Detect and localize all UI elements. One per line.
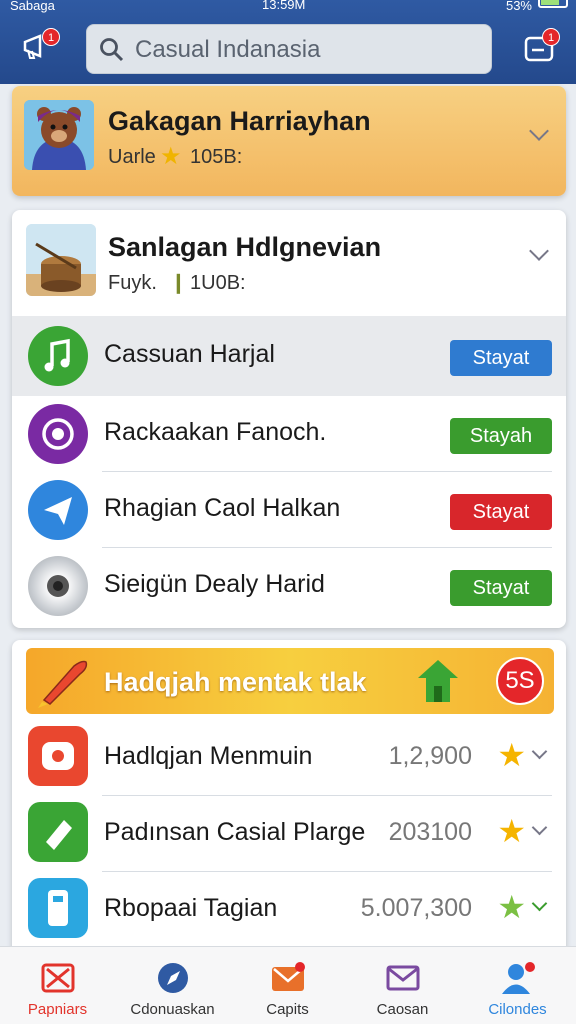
ranking-card: Hadqjah mentak tlak 5S Hadlqjan Menmuin … <box>12 640 566 970</box>
group-card: Sanlagan Hdlgnevian Fuyk. ❙ 1U0B: Cassua… <box>12 210 566 628</box>
house-icon <box>418 660 458 702</box>
score-value: 203100 <box>388 818 472 846</box>
nav-item-caosan[interactable]: Caosan <box>345 947 460 1024</box>
chevron-down-icon[interactable] <box>529 121 549 141</box>
notification-badge: 1 <box>542 28 560 46</box>
list-item-label: Rackaakan Fanoch. <box>104 418 327 446</box>
featured-title: Gakagan Harriayhan <box>108 106 371 136</box>
megaphone-icon[interactable]: 1 <box>22 28 60 62</box>
ticket-icon <box>28 802 88 862</box>
nav-label: Cdonuaskan <box>130 1001 215 1018</box>
phone-icon <box>28 726 88 786</box>
star-icon: ★ <box>497 737 526 773</box>
chevron-down-icon[interactable] <box>531 743 548 760</box>
chevron-down-icon[interactable] <box>531 895 548 912</box>
carrier-label: Sabaga <box>10 0 55 13</box>
star-icon: ★ <box>497 889 526 925</box>
list-item-label: Padınsan Casial Plarge <box>104 818 366 846</box>
group-title: Sanlagan Hdlgnevian <box>108 232 382 262</box>
nav-label: Cilondes <box>488 1001 547 1018</box>
star-icon: ★ <box>160 143 182 170</box>
group-meta-label: Fuyk. <box>108 272 157 294</box>
list-item-label: Rbopaai Tagian <box>104 894 278 922</box>
score-value: 1,2,900 <box>388 742 472 770</box>
list-item[interactable]: Cassuan Harjal Stayat <box>12 316 566 396</box>
start-button[interactable]: Stayah <box>450 418 552 454</box>
chevron-down-icon[interactable] <box>529 241 549 261</box>
nav-item-cdonuaskan[interactable]: Cdonuaskan <box>115 947 230 1024</box>
list-item-label: Hadlqjan Menmuin <box>104 742 313 770</box>
list-item-label: Sieigün Dealy Harid <box>104 570 325 598</box>
clock: 13:59M <box>262 0 306 12</box>
featured-card[interactable]: Gakagan Harriayhan Uarle ★ 105B: <box>12 86 566 196</box>
drum-thumbnail <box>26 224 96 296</box>
ranking-banner-title: Hadqjah mentak tlak <box>104 667 367 697</box>
music-icon <box>28 326 88 386</box>
nav-label: Capits <box>266 1001 309 1018</box>
mail-icon <box>386 965 420 991</box>
group-meta-value: 1U0B: <box>190 272 246 294</box>
featured-meta-value: 105B: <box>190 146 243 168</box>
app-header: Sabaga 13:59M 53% 1 Casual Indanasia 1 <box>0 0 576 84</box>
notification-badge: 1 <box>42 28 60 46</box>
search-icon <box>100 38 124 62</box>
battery-icon <box>538 0 568 8</box>
start-button[interactable]: Stayat <box>450 570 552 606</box>
battery-percent: 53% <box>505 0 532 13</box>
list-item[interactable]: Sieigün Dealy Harid Stayat <box>12 548 566 624</box>
rocket-icon <box>38 660 88 708</box>
list-item-label: Rhagian Caol Halkan <box>104 494 341 522</box>
nav-label: Papniars <box>27 1001 88 1018</box>
camera-lens-icon <box>28 556 88 616</box>
search-text: Casual Indanasia <box>135 36 321 63</box>
send-icon <box>28 480 88 540</box>
nav-item-cilondes[interactable]: Cilondes <box>460 947 575 1024</box>
list-item[interactable]: Rackaakan Fanoch. Stayah <box>12 396 566 472</box>
target-icon <box>28 404 88 464</box>
score-value: 5.007,300 <box>360 894 472 922</box>
list-item[interactable]: Rhagian Caol Halkan Stayat <box>12 472 566 548</box>
status-bar: Sabaga 13:59M 53% <box>0 0 576 16</box>
rank-badge: 5S <box>496 657 544 705</box>
nav-item-papniars[interactable]: Papniars <box>0 947 115 1024</box>
group-header[interactable]: Sanlagan Hdlgnevian Fuyk. ❙ 1U0B: <box>12 210 566 316</box>
bottom-nav: Papniars Cdonuaskan Capits Caosan Cilond… <box>0 946 576 1024</box>
nav-item-capits[interactable]: Capits <box>230 947 345 1024</box>
search-input[interactable]: Casual Indanasia <box>86 24 492 74</box>
ranking-banner[interactable]: Hadqjah mentak tlak 5S <box>26 648 554 714</box>
leaf-icon: ❙ <box>170 272 187 294</box>
list-item[interactable]: Padınsan Casial Plarge 203100 ★ <box>12 796 566 872</box>
list-item[interactable]: Rbopaai Tagian 5.007,300 ★ <box>12 872 566 948</box>
star-icon: ★ <box>497 813 526 849</box>
list-item[interactable]: Hadlqjan Menmuin 1,2,900 ★ <box>12 720 566 796</box>
user-icon <box>502 962 535 994</box>
compass-icon <box>158 963 188 993</box>
nav-label: Caosan <box>376 1001 429 1018</box>
bear-avatar <box>24 100 94 170</box>
featured-meta-label: Uarle <box>108 146 156 168</box>
list-item-label: Cassuan Harjal <box>104 340 275 368</box>
mail-x-icon <box>41 963 75 993</box>
start-button[interactable]: Stayat <box>450 340 552 376</box>
inbox-icon[interactable]: 1 <box>524 28 560 62</box>
remote-icon <box>28 878 88 938</box>
start-button[interactable]: Stayat <box>450 494 552 530</box>
chevron-down-icon[interactable] <box>531 819 548 836</box>
envelope-icon <box>272 962 305 991</box>
